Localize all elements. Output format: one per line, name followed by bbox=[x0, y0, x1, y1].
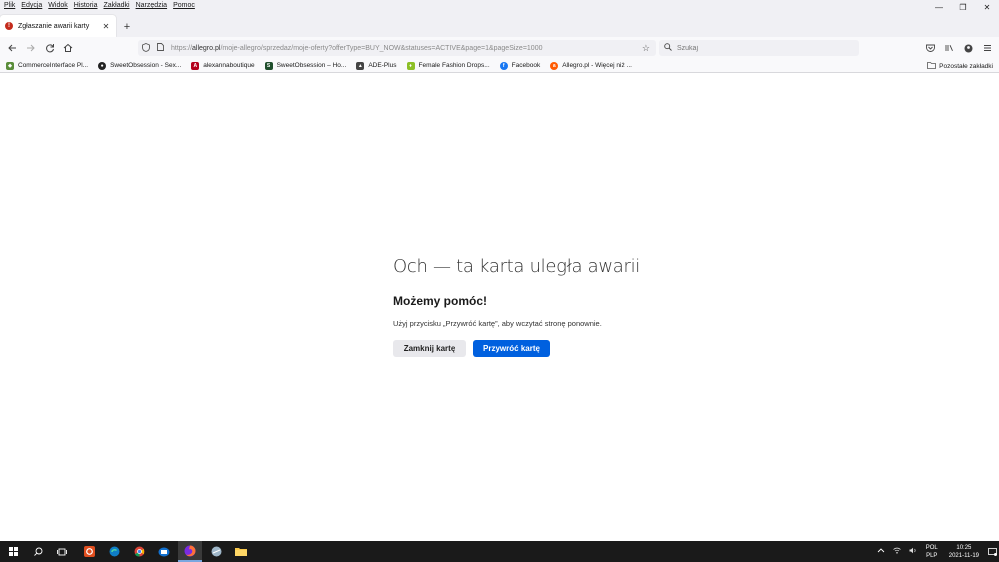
windows-taskbar: POL PLP 10:25 2021-11-19 bbox=[0, 541, 999, 562]
bookmark-item[interactable]: S SweetObsession – Ho... bbox=[264, 61, 346, 70]
clock[interactable]: 10:25 2021-11-19 bbox=[949, 544, 979, 560]
search-icon bbox=[664, 43, 672, 53]
menu-tools[interactable]: Narzędzia bbox=[136, 2, 168, 9]
page-info-icon[interactable] bbox=[157, 43, 164, 53]
url-domain: allegro.pl bbox=[192, 44, 221, 52]
minimize-button[interactable]: — bbox=[927, 0, 951, 14]
browser-app-icon[interactable] bbox=[204, 541, 228, 562]
tracking-shield-icon[interactable] bbox=[142, 42, 150, 54]
library-icon[interactable] bbox=[941, 40, 957, 56]
url-bar[interactable]: https://allegro.pl/moje-allegro/sprzedaz… bbox=[138, 40, 656, 56]
url-text[interactable]: https://allegro.pl/moje-allegro/sprzedaz… bbox=[171, 45, 542, 52]
maximize-button[interactable]: ❐ bbox=[951, 0, 975, 14]
tab-crash-report[interactable]: ! Zgłaszanie awarii karty ✕ bbox=[0, 15, 116, 37]
navigation-toolbar: https://allegro.pl/moje-allegro/sprzedaz… bbox=[0, 37, 999, 59]
search-input[interactable] bbox=[677, 44, 847, 52]
s-icon: S bbox=[264, 61, 273, 70]
url-path: /moje-allegro/sprzedaz/moje-oferty?offer… bbox=[220, 44, 543, 52]
bookmark-item[interactable]: ♦ Female Fashion Drops... bbox=[406, 61, 490, 70]
close-tab-button[interactable]: Zamknij kartę bbox=[393, 340, 466, 357]
pocket-icon[interactable] bbox=[922, 40, 938, 56]
office-app-icon[interactable] bbox=[77, 541, 101, 562]
task-view-icon[interactable] bbox=[50, 541, 74, 562]
new-tab-button[interactable]: + bbox=[120, 20, 134, 34]
bookmark-star-icon[interactable]: ☆ bbox=[642, 43, 650, 54]
hamburger-menu-icon[interactable] bbox=[979, 40, 995, 56]
chevron-up-icon[interactable] bbox=[877, 548, 885, 555]
a-icon: A bbox=[191, 61, 200, 70]
crash-heading: Możemy pomóc! bbox=[393, 294, 488, 308]
menu-edit[interactable]: Edycja bbox=[21, 2, 42, 9]
puzzle-icon: ◆ bbox=[6, 61, 14, 70]
browser-chrome-top: Plik Edycja Widok Historia Zakładki Narz… bbox=[0, 0, 999, 37]
menu-bar: Plik Edycja Widok Historia Zakładki Narz… bbox=[0, 0, 197, 11]
allegro-icon: a bbox=[550, 61, 559, 70]
mail-app-icon[interactable] bbox=[152, 541, 176, 562]
menu-file[interactable]: Plik bbox=[4, 2, 15, 9]
crash-description: Użyj przycisku „Przywróć kartę”, aby wcz… bbox=[393, 319, 602, 328]
leaf-icon: ▲ bbox=[356, 61, 365, 70]
search-bar[interactable] bbox=[659, 40, 859, 56]
firefox-icon[interactable] bbox=[178, 541, 202, 562]
file-explorer-icon[interactable] bbox=[229, 541, 253, 562]
github-icon: ● bbox=[98, 61, 107, 70]
bookmark-item[interactable]: ▲ ADE-Plus bbox=[356, 61, 397, 70]
chrome-icon[interactable] bbox=[127, 541, 151, 562]
volume-icon[interactable] bbox=[909, 547, 917, 556]
other-bookmarks[interactable]: Pozostałe zakładki bbox=[927, 59, 993, 73]
bookmark-item[interactable]: Aalexannaboutique bbox=[191, 61, 255, 70]
bookmark-item[interactable]: a Allegro.pl - Więcej niż ... bbox=[550, 61, 632, 70]
menu-bookmarks[interactable]: Zakładki bbox=[103, 2, 129, 9]
tab-title: Zgłaszanie awarii karty bbox=[18, 22, 90, 30]
facebook-icon: f bbox=[499, 61, 508, 70]
bookmark-item[interactable]: f Facebook bbox=[499, 61, 540, 70]
folder-icon bbox=[927, 61, 937, 71]
notification-icon[interactable] bbox=[985, 541, 999, 562]
taskbar-search-icon[interactable] bbox=[26, 541, 50, 562]
pin-icon: ♦ bbox=[406, 61, 415, 70]
menu-view[interactable]: Widok bbox=[48, 2, 67, 9]
system-tray: POL PLP 10:25 2021-11-19 bbox=[873, 541, 999, 562]
language-indicator[interactable]: POL PLP bbox=[926, 544, 938, 560]
restore-tab-button[interactable]: Przywróć kartę bbox=[473, 340, 550, 357]
back-icon[interactable] bbox=[4, 40, 20, 56]
bookmark-item[interactable]: ● SweetObsession - Sex... bbox=[98, 61, 181, 70]
account-icon[interactable] bbox=[960, 40, 976, 56]
menu-history[interactable]: Historia bbox=[74, 2, 98, 9]
crash-page: Och — ta karta uległa awarii Możemy pomó… bbox=[0, 73, 999, 541]
home-icon[interactable] bbox=[60, 40, 76, 56]
warning-icon: ! bbox=[5, 22, 13, 30]
bookmarks-toolbar: ◆ CommerceInterface Pl... ● SweetObsession… bbox=[0, 59, 999, 73]
window-controls: — ❐ ✕ bbox=[927, 0, 999, 14]
edge-icon[interactable] bbox=[102, 541, 126, 562]
close-window-button[interactable]: ✕ bbox=[975, 0, 999, 14]
tab-close-icon[interactable]: ✕ bbox=[100, 22, 112, 31]
bookmark-item[interactable]: ◆ CommerceInterface Pl... bbox=[6, 61, 88, 70]
reload-icon[interactable] bbox=[42, 40, 58, 56]
windows-start-icon[interactable] bbox=[1, 541, 25, 562]
menu-help[interactable]: Pomoc bbox=[173, 2, 195, 9]
forward-icon[interactable] bbox=[23, 40, 39, 56]
network-icon[interactable] bbox=[892, 547, 901, 556]
page-title: Och — ta karta uległa awarii bbox=[393, 256, 641, 277]
